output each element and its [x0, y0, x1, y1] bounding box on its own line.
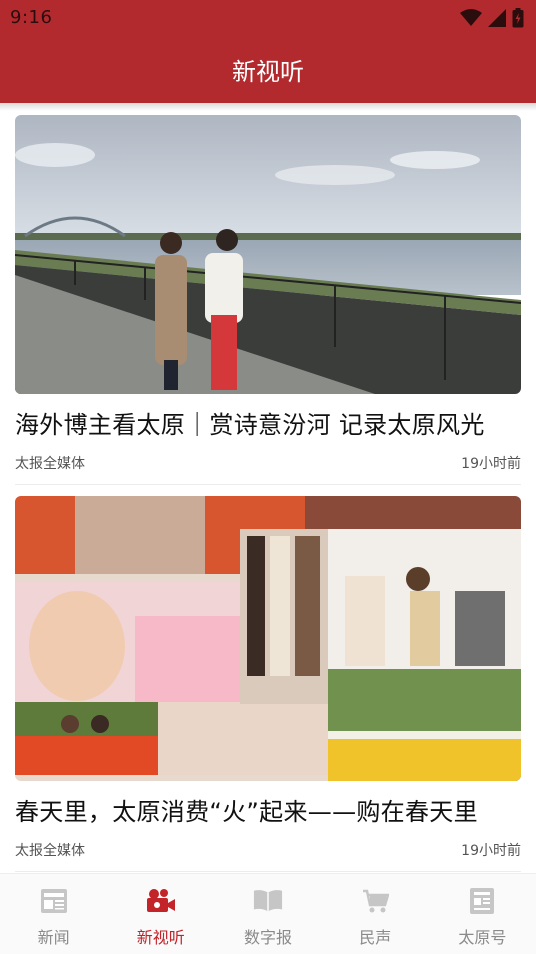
video-thumbnail[interactable] [15, 496, 521, 781]
divider [15, 871, 521, 872]
news-card[interactable]: 春天里，太原消费“火”起来——购在春天里 太报全媒体 19小时前 [15, 496, 521, 872]
nav-label: 数字报 [244, 928, 293, 947]
nav-item-taiyuan-account[interactable]: 太原号 [429, 874, 536, 954]
newspaper-icon [39, 886, 69, 916]
nav-item-news[interactable]: 新闻 [0, 874, 107, 954]
shopping-cart-icon [360, 886, 390, 916]
nav-label: 民声 [359, 928, 392, 947]
divider [15, 484, 521, 485]
cellular-signal-icon [488, 9, 506, 27]
wifi-icon [460, 9, 482, 27]
news-title[interactable]: 春天里，太原消费“火”起来——购在春天里 [15, 792, 535, 827]
news-source: 太报全媒体 [15, 456, 85, 472]
nav-label: 太原号 [458, 928, 507, 947]
video-thumbnail[interactable] [15, 115, 521, 394]
nav-item-video[interactable]: 新视听 [107, 874, 214, 954]
open-book-icon [253, 886, 283, 916]
news-title[interactable]: 海外博主看太原｜赏诗意汾河 记录太原风光 [15, 405, 535, 440]
page-title: 新视听 [232, 58, 304, 86]
status-time: 9:16 [10, 7, 53, 28]
status-icons [460, 8, 524, 28]
news-source: 太报全媒体 [15, 843, 85, 859]
news-card[interactable]: 海外博主看太原｜赏诗意汾河 记录太原风光 太报全媒体 19小时前 [15, 115, 521, 485]
news-time: 19小时前 [461, 843, 521, 859]
header-shadow [0, 103, 536, 111]
video-camera-icon [146, 886, 176, 916]
nav-label: 新闻 [37, 928, 70, 947]
bottom-nav: 新闻 新视听 数字报 民声 太原号 [0, 873, 536, 954]
battery-icon [512, 8, 524, 28]
document-icon [467, 886, 497, 916]
nav-label: 新视听 [136, 928, 185, 947]
nav-item-digital-paper[interactable]: 数字报 [214, 874, 321, 954]
app-header: 9:16 新视听 [0, 0, 536, 103]
news-time: 19小时前 [461, 456, 521, 472]
nav-item-public-voice[interactable]: 民声 [322, 874, 429, 954]
status-bar: 9:16 [0, 0, 536, 36]
